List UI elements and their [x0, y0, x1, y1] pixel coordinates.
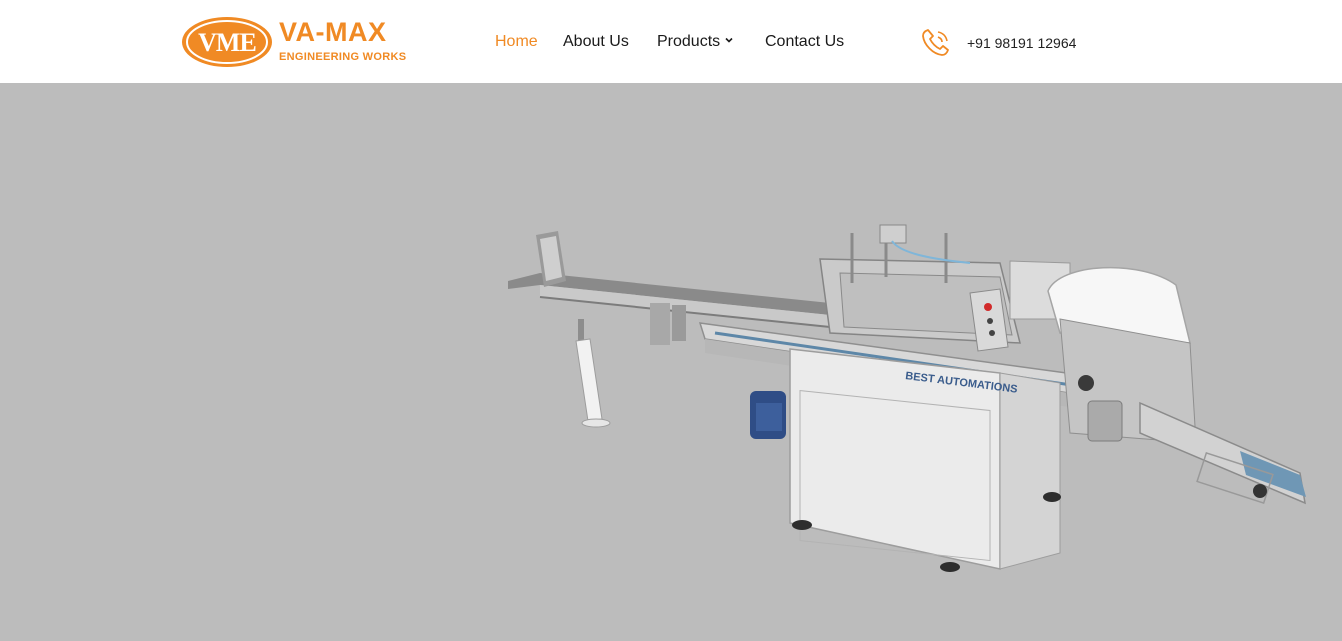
brand-logo[interactable]: VME VA-MAX ENGINEERING WORKS	[180, 15, 416, 69]
phone-icon	[922, 29, 949, 56]
logo-emblem-icon: VME	[182, 17, 272, 67]
logo-monogram: VME	[198, 28, 256, 57]
brand-name: VA-MAX	[279, 17, 387, 47]
phone-number: +91 98191 12964	[967, 35, 1077, 51]
nav-products[interactable]: Products	[657, 31, 734, 53]
nav-home[interactable]: Home	[495, 31, 538, 53]
nav-about-us[interactable]: About Us	[563, 31, 629, 53]
brand-tagline: ENGINEERING WORKS	[279, 51, 407, 63]
chevron-down-icon	[725, 37, 733, 43]
packaging-machine-image: BEST AUTOMATIONS	[508, 224, 1306, 572]
hero-banner: BEST AUTOMATIONS	[0, 83, 1342, 641]
nav-products-label: Products	[657, 33, 721, 50]
nav-contact-us[interactable]: Contact Us	[765, 31, 844, 53]
site-header: VME VA-MAX ENGINEERING WORKS Home About …	[0, 0, 1342, 83]
